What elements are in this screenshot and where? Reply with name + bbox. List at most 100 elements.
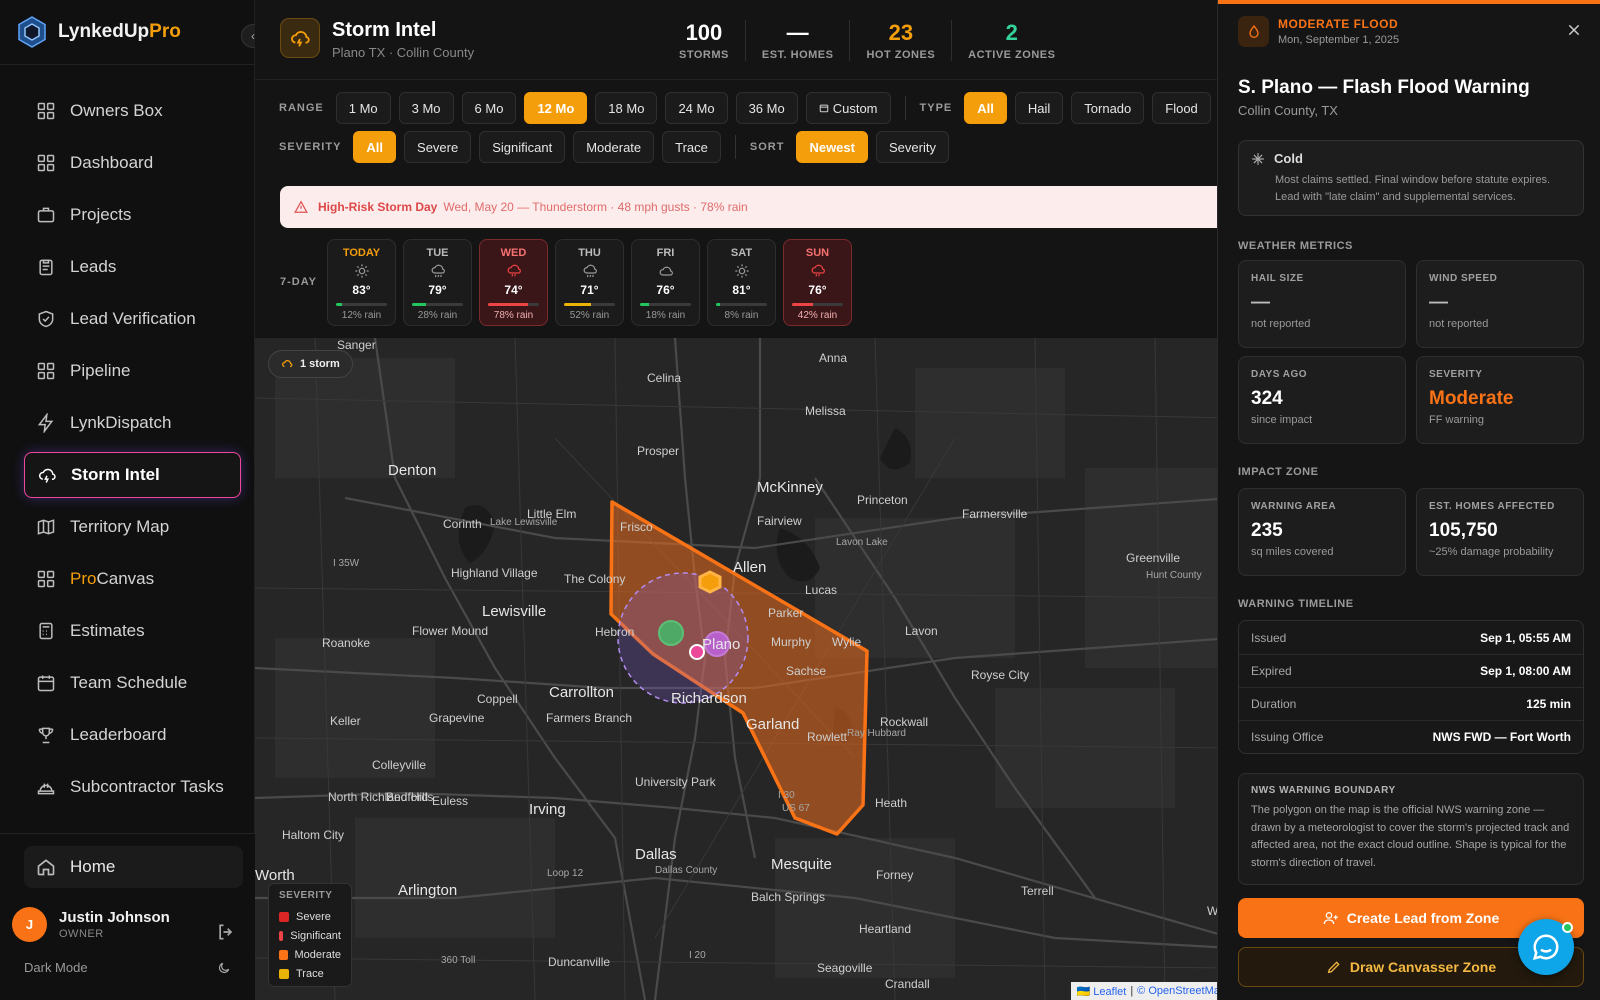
page-title: Storm Intel <box>332 19 437 41</box>
sidebar-item-label: Leaderboard <box>70 725 167 744</box>
sidebar-item-pipeline[interactable]: Pipeline <box>24 348 241 394</box>
nws-boundary-note: NWS WARNING BOUNDARY The polygon on the … <box>1238 773 1584 885</box>
forecast-day-sun[interactable]: SUN 76° 42% rain <box>783 239 852 326</box>
type-chip-all[interactable]: All <box>964 92 1007 124</box>
logout-icon[interactable] <box>216 922 236 942</box>
forecast-day-sat[interactable]: SAT 81° 8% rain <box>707 239 776 326</box>
rain-probability-bar <box>488 303 539 306</box>
leaflet-link[interactable]: 🇺🇦 Leaflet <box>1077 985 1127 998</box>
high-risk-alert[interactable]: High-Risk Storm Day Wed, May 20 — Thunde… <box>280 186 1217 228</box>
severity-chip-significant[interactable]: Significant <box>479 131 566 163</box>
storm-cloud-icon <box>280 18 320 58</box>
sidebar-item-projects[interactable]: Projects <box>24 192 241 238</box>
bolt-icon <box>37 413 54 433</box>
wind-speed-value: — <box>1429 292 1448 313</box>
type-chip-flood[interactable]: Flood <box>1152 92 1211 124</box>
sidebar-item-home[interactable]: Home <box>24 846 243 888</box>
sidebar-item-label: Owners Box <box>70 101 163 120</box>
close-icon[interactable] <box>1566 22 1582 38</box>
filter-bar: RANGE 1 Mo 3 Mo 6 Mo 12 Mo 18 Mo 24 Mo 36 Mo Cus… <box>255 80 1217 175</box>
sidebar-item-storm-intel[interactable]: Storm Intel <box>24 452 241 498</box>
map-label-rowlett: Rowlett <box>807 730 848 744</box>
chat-launcher-button[interactable] <box>1518 919 1574 975</box>
sidebar-item-dashboard[interactable]: Dashboard <box>24 140 241 186</box>
home-label: Home <box>70 857 116 876</box>
forecast-day-fri[interactable]: FRI 76° 18% rain <box>631 239 700 326</box>
map-label-celina: Celina <box>647 371 682 385</box>
map-label-plano: Plano <box>702 636 741 653</box>
range-chip-12-mo[interactable]: 12 Mo <box>524 92 588 124</box>
brand[interactable]: LynkedUpPro <box>0 0 254 65</box>
claim-phase-title: Cold <box>1274 151 1303 166</box>
map-label-hunt-county: Hunt County <box>1146 570 1202 581</box>
map-label-lavon-lake: Lavon Lake <box>836 537 888 548</box>
forecast-temp: 71° <box>580 283 599 297</box>
forecast-day-thu[interactable]: THU 71° 52% rain <box>555 239 624 326</box>
dark-mode-toggle[interactable]: Dark Mode <box>24 960 231 975</box>
rain-probability-bar <box>336 303 387 306</box>
sort-chip-newest[interactable]: Newest <box>796 131 868 163</box>
map-label-ray-hubbard: Ray Hubbard <box>847 728 906 739</box>
timeline-value: 125 min <box>1526 697 1571 711</box>
chat-bubble-icon <box>1532 934 1559 961</box>
storm-count-chip[interactable]: 1 storm <box>268 350 353 378</box>
severity-chip-all[interactable]: All <box>353 131 397 163</box>
map-label-corinth: Corinth <box>443 517 482 531</box>
severity-chip-severe[interactable]: Severe <box>404 131 472 163</box>
range-chip-6-mo[interactable]: 6 Mo <box>461 92 517 124</box>
legend-item-severe: Severe <box>279 907 341 926</box>
sun-icon <box>354 264 369 278</box>
forecast-day-wed[interactable]: WED 74° 78% rain <box>479 239 548 326</box>
severity-chip-trace[interactable]: Trace <box>662 131 721 163</box>
map-label-denton: Denton <box>388 462 437 479</box>
stat-value: 100 <box>685 20 723 45</box>
storm-marker-green[interactable] <box>658 620 684 646</box>
header-stats: 100 STORMS — EST. HOMES 23 HOT ZONES 2 ACTIVE Z… <box>663 20 1071 61</box>
forecast-day-tue[interactable]: TUE 79° 28% rain <box>403 239 472 326</box>
range-chip-custom[interactable]: Custom <box>805 92 891 124</box>
timeline-value: Sep 1, 08:00 AM <box>1480 664 1571 678</box>
sidebar-item-leaderboard[interactable]: Leaderboard <box>24 712 241 758</box>
map-label-farmers-branch: Farmers Branch <box>546 711 633 725</box>
severity-chip-moderate[interactable]: Moderate <box>573 131 655 163</box>
storm-marker-moderate[interactable] <box>698 570 722 594</box>
type-chip-hail[interactable]: Hail <box>1014 92 1064 124</box>
sidebar-item-subcontractor-tasks[interactable]: Subcontractor Tasks <box>24 764 241 810</box>
forecast-temp: 79° <box>428 283 447 297</box>
storm-title: S. Plano — Flash Flood Warning <box>1238 77 1530 98</box>
warning-timeline-heading: WARNING TIMELINE <box>1238 598 1354 610</box>
legend-label: Moderate <box>294 948 341 961</box>
forecast-day-today[interactable]: TODAY 83° 12% rain <box>327 239 396 326</box>
map-label-terrell: Terrell <box>1021 884 1054 898</box>
homes-affected-value: 105,750 <box>1429 520 1498 541</box>
page-header: Storm Intel Plano TX · Collin County 100… <box>255 0 1217 80</box>
sidebar-item-territory-map[interactable]: Territory Map <box>24 504 241 550</box>
legend-swatch <box>279 930 284 941</box>
range-chip-18-mo[interactable]: 18 Mo <box>595 92 658 124</box>
range-chip-24-mo[interactable]: 24 Mo <box>665 92 728 124</box>
shield-check-icon <box>38 310 54 328</box>
forecast-rain: 42% rain <box>797 310 838 321</box>
sidebar-item-lead-verification[interactable]: Lead Verification <box>24 296 241 342</box>
calendar-icon <box>819 104 828 113</box>
homes-affected-sub: ~25% damage probability <box>1429 546 1554 558</box>
type-chip-tornado[interactable]: Tornado <box>1071 92 1145 124</box>
range-chip-1-mo[interactable]: 1 Mo <box>335 92 391 124</box>
sidebar-item-lynkdispatch[interactable]: LynkDispatch <box>24 400 241 446</box>
sidebar-item-owners-box[interactable]: Owners Box <box>24 88 241 134</box>
sidebar-item-estimates[interactable]: Estimates <box>24 608 241 654</box>
map-label-hebron: Hebron <box>595 625 635 639</box>
range-chip-36-mo[interactable]: 36 Mo <box>735 92 798 124</box>
sidebar-item-team-schedule[interactable]: Team Schedule <box>24 660 241 706</box>
range-chip-3-mo[interactable]: 3 Mo <box>398 92 454 124</box>
map-canvas[interactable] <box>255 338 1232 1000</box>
sidebar-item-procanvas[interactable]: ProCanvas <box>24 556 241 602</box>
legend-item-trace: Trace <box>279 964 341 983</box>
osm-link[interactable]: © OpenStreetMap <box>1137 985 1226 997</box>
storm-map[interactable]: Sanger Anna Celina Melissa Prosper Denton McKi… <box>255 338 1232 1000</box>
forecast-day-label: FRI <box>656 247 675 259</box>
map-label-colleyville: Colleyville <box>372 758 427 772</box>
sort-chip-severity[interactable]: Severity <box>875 131 949 163</box>
timeline-key: Duration <box>1251 697 1297 711</box>
sidebar-item-leads[interactable]: Leads <box>24 244 241 290</box>
